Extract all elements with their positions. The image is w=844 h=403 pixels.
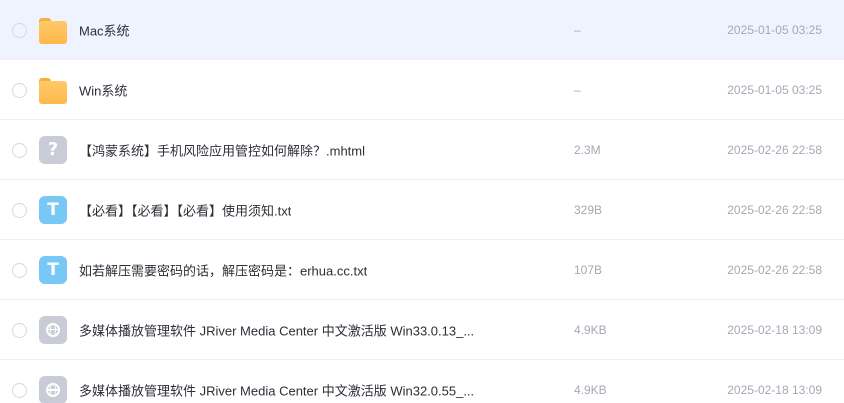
file-date: 2025-02-18 13:09 (727, 383, 822, 397)
file-size: – (574, 22, 581, 37)
file-size: 107B (574, 262, 603, 277)
file-row-password[interactable]: T 如若解压需要密码的话，解压密码是：erhua.cc.txt 107B 202… (0, 240, 844, 300)
row-checkbox[interactable] (12, 22, 27, 38)
row-checkbox[interactable] (12, 202, 27, 218)
file-size: 4.9KB (574, 322, 607, 337)
file-date: 2025-02-18 13:09 (727, 322, 822, 337)
unknown-file-icon: ? (39, 135, 67, 164)
file-date: 2025-02-26 22:58 (727, 142, 822, 157)
file-name[interactable]: Win系统 (79, 80, 127, 99)
folder-icon (39, 16, 67, 44)
file-row-mhtml[interactable]: ? 【鸿蒙系统】手机风险应用管控如何解除？.mhtml 2.3M 2025-02… (0, 120, 844, 180)
text-file-icon: T (39, 195, 67, 224)
file-row-win[interactable]: Win系统 – 2025-01-05 03:25 (0, 60, 844, 120)
file-row-jriver-32[interactable]: 多媒体播放管理软件 JRiver Media Center 中文激活版 Win3… (0, 360, 844, 403)
file-name[interactable]: Mac系统 (79, 20, 130, 39)
file-size: 4.9KB (574, 383, 607, 397)
file-size: 329B (574, 202, 603, 217)
row-checkbox[interactable] (12, 82, 27, 98)
file-date: 2025-02-26 22:58 (727, 262, 822, 277)
file-row-jriver-33[interactable]: 多媒体播放管理软件 JRiver Media Center 中文激活版 Win3… (0, 300, 844, 360)
file-size: – (574, 82, 581, 97)
row-checkbox[interactable] (12, 262, 27, 278)
file-row-mac[interactable]: Mac系统 – 2025-01-05 03:25 (0, 0, 844, 60)
globe-icon (46, 322, 60, 337)
row-checkbox[interactable] (12, 383, 27, 398)
web-file-icon (39, 376, 67, 403)
file-name[interactable]: 【鸿蒙系统】手机风险应用管控如何解除？.mhtml (79, 140, 365, 159)
row-checkbox[interactable] (12, 142, 27, 158)
globe-icon (46, 383, 60, 397)
row-checkbox[interactable] (12, 322, 27, 338)
file-size: 2.3M (574, 142, 601, 157)
file-row-readme[interactable]: T 【必看】【必看】【必看】使用须知.txt 329B 2025-02-26 2… (0, 180, 844, 240)
file-date: 2025-02-26 22:58 (727, 202, 822, 217)
text-file-icon: T (39, 255, 67, 284)
web-file-icon (39, 315, 67, 344)
file-name[interactable]: 【必看】【必看】【必看】使用须知.txt (79, 200, 291, 219)
folder-icon (39, 76, 67, 104)
file-name[interactable]: 如若解压需要密码的话，解压密码是：erhua.cc.txt (79, 260, 367, 279)
file-list: Mac系统 – 2025-01-05 03:25 Win系统 – 2025-01… (0, 0, 844, 403)
file-date: 2025-01-05 03:25 (727, 22, 822, 37)
file-name[interactable]: 多媒体播放管理软件 JRiver Media Center 中文激活版 Win3… (79, 320, 474, 339)
file-name[interactable]: 多媒体播放管理软件 JRiver Media Center 中文激活版 Win3… (79, 381, 474, 400)
file-date: 2025-01-05 03:25 (727, 82, 822, 97)
